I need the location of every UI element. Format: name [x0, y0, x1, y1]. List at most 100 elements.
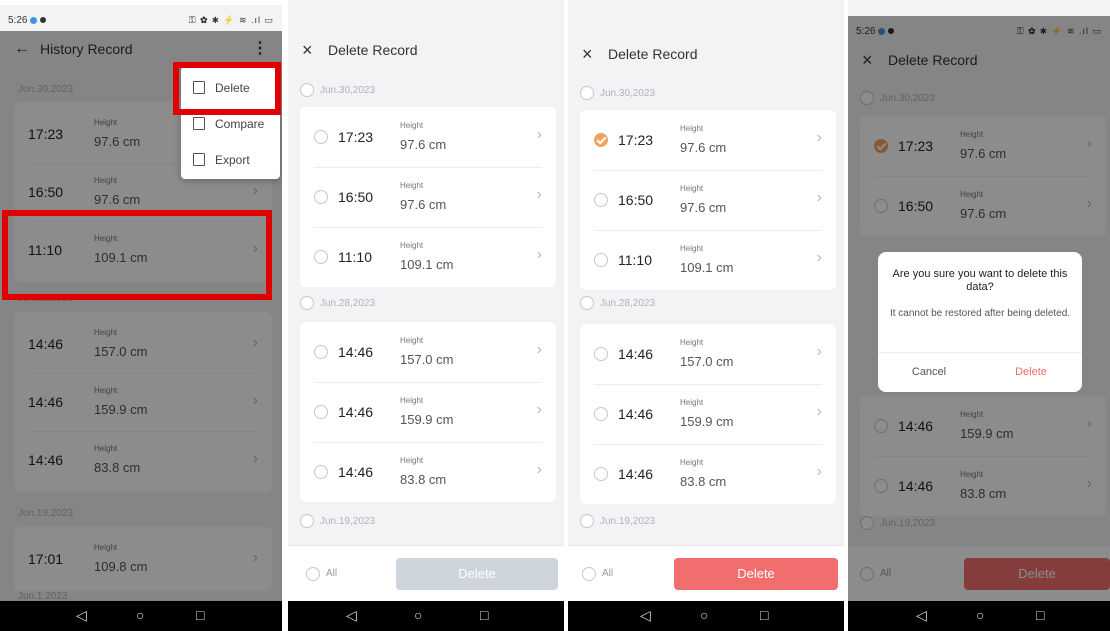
- height-value: 97.6 cm: [400, 137, 447, 152]
- record-time: 14:46: [618, 466, 654, 482]
- chevron-right-icon[interactable]: ›: [537, 341, 542, 359]
- chevron-right-icon[interactable]: ›: [817, 343, 822, 361]
- menu-item-label: Compare: [215, 117, 265, 131]
- chevron-right-icon[interactable]: ›: [817, 189, 822, 207]
- nav-home-icon[interactable]: ○: [700, 607, 708, 623]
- record-row[interactable]: 17:23 Height 97.6 cm ›: [580, 110, 836, 170]
- system-nav-bar: ◁ ○ □: [0, 601, 282, 631]
- group-select-radio[interactable]: [580, 86, 594, 100]
- select-all-radio[interactable]: [582, 567, 596, 581]
- record-time: 16:50: [338, 189, 374, 205]
- menu-item-export[interactable]: Export: [181, 143, 280, 179]
- record-time: 14:46: [338, 404, 374, 420]
- group-date: Jun.19,2023: [600, 516, 656, 527]
- record-row[interactable]: 16:50 Height 97.6 cm ›: [300, 167, 556, 227]
- notification-dot-icon: [40, 17, 47, 24]
- status-bar: 5:26 ⚿ ✿ ✱ ⚡ ≋ .ıl ▭: [0, 5, 282, 31]
- height-value: 157.0 cm: [400, 352, 454, 367]
- chevron-right-icon[interactable]: ›: [537, 186, 542, 204]
- nav-recent-icon[interactable]: □: [196, 607, 204, 623]
- dialog-title: Are you sure you want to delete this dat…: [892, 268, 1068, 293]
- nav-recent-icon[interactable]: □: [760, 607, 768, 623]
- height-value: 83.8 cm: [680, 474, 727, 489]
- history-record-screen: 5:26 ⚿ ✿ ✱ ⚡ ≋ .ıl ▭ ← History Record ⋮ …: [0, 5, 282, 631]
- notification-dot-icon: [30, 16, 38, 24]
- height-label: Height: [680, 338, 704, 347]
- close-icon[interactable]: ×: [302, 40, 313, 60]
- row-radio[interactable]: [594, 193, 608, 207]
- group-date: Jun.30,2023: [600, 88, 656, 99]
- action-footer: All Delete: [568, 545, 844, 601]
- row-radio[interactable]: [314, 345, 328, 359]
- nav-home-icon[interactable]: ○: [136, 607, 144, 623]
- height-value: 97.6 cm: [680, 140, 727, 155]
- height-label: Height: [400, 121, 424, 130]
- nav-recent-icon[interactable]: □: [1036, 607, 1044, 623]
- select-all-radio[interactable]: [306, 567, 320, 581]
- group-select-radio[interactable]: [580, 296, 594, 310]
- chevron-right-icon[interactable]: ›: [817, 249, 822, 267]
- row-radio[interactable]: [314, 250, 328, 264]
- row-radio[interactable]: [594, 253, 608, 267]
- group-date: Jun.28,2023: [320, 298, 376, 309]
- dialog-message: It cannot be restored after being delete…: [889, 308, 1071, 319]
- row-radio[interactable]: [314, 405, 328, 419]
- record-row[interactable]: 14:46 Height 83.8 cm ›: [580, 444, 836, 504]
- chevron-right-icon[interactable]: ›: [817, 129, 822, 147]
- group-select-radio[interactable]: [300, 296, 314, 310]
- delete-button[interactable]: Delete: [396, 558, 558, 590]
- nav-back-icon[interactable]: ◁: [640, 607, 651, 624]
- nav-back-icon[interactable]: ◁: [916, 607, 927, 624]
- chevron-right-icon[interactable]: ›: [537, 246, 542, 264]
- row-radio[interactable]: [594, 347, 608, 361]
- chevron-right-icon[interactable]: ›: [537, 401, 542, 419]
- chevron-right-icon[interactable]: ›: [537, 126, 542, 144]
- row-radio-checked[interactable]: [594, 133, 608, 147]
- record-time: 11:10: [618, 252, 652, 268]
- record-row[interactable]: 14:46 Height 83.8 cm ›: [300, 442, 556, 502]
- nav-home-icon[interactable]: ○: [976, 607, 984, 623]
- record-row[interactable]: 11:10 Height 109.1 cm ›: [580, 230, 836, 290]
- nav-home-icon[interactable]: ○: [414, 607, 422, 623]
- height-label: Height: [680, 184, 704, 193]
- height-label: Height: [680, 244, 704, 253]
- record-row[interactable]: 14:46 Height 159.9 cm ›: [580, 384, 836, 444]
- chevron-right-icon[interactable]: ›: [817, 463, 822, 481]
- chevron-right-icon[interactable]: ›: [537, 461, 542, 479]
- row-radio[interactable]: [594, 407, 608, 421]
- row-radio[interactable]: [594, 467, 608, 481]
- record-time: 11:10: [338, 249, 372, 265]
- record-row[interactable]: 14:46 Height 157.0 cm ›: [580, 324, 836, 384]
- row-radio[interactable]: [314, 465, 328, 479]
- nav-back-icon[interactable]: ◁: [346, 607, 357, 624]
- row-radio[interactable]: [314, 190, 328, 204]
- height-value: 109.1 cm: [400, 257, 454, 272]
- record-card: 14:46 Height 157.0 cm › 14:46 Height 159.9 cm ›…: [300, 322, 556, 502]
- cancel-button[interactable]: Cancel: [878, 352, 980, 392]
- group-select-radio[interactable]: [580, 514, 594, 528]
- chevron-right-icon[interactable]: ›: [817, 403, 822, 421]
- status-icons: ⚿ ✿ ✱ ⚡ ≋ .ıl ▭: [188, 15, 274, 25]
- record-row[interactable]: 17:23 Height 97.6 cm ›: [300, 107, 556, 167]
- nav-recent-icon[interactable]: □: [480, 607, 488, 623]
- nav-back-icon[interactable]: ◁: [76, 607, 87, 624]
- record-row[interactable]: 16:50 Height 97.6 cm ›: [580, 170, 836, 230]
- height-label: Height: [680, 398, 704, 407]
- compare-icon: [193, 117, 205, 130]
- record-time: 14:46: [338, 464, 374, 480]
- row-radio[interactable]: [314, 130, 328, 144]
- delete-button[interactable]: Delete: [674, 558, 838, 590]
- group-select-radio[interactable]: [300, 83, 314, 97]
- record-time: 14:46: [618, 346, 654, 362]
- close-icon[interactable]: ×: [582, 44, 593, 64]
- height-label: Height: [400, 181, 424, 190]
- height-value: 83.8 cm: [400, 472, 447, 487]
- group-select-radio[interactable]: [300, 514, 314, 528]
- system-nav-bar: ◁ ○ □: [568, 601, 844, 631]
- confirm-delete-button[interactable]: Delete: [980, 352, 1082, 392]
- height-label: Height: [680, 458, 704, 467]
- record-row[interactable]: 14:46 Height 157.0 cm ›: [300, 322, 556, 382]
- group-date: Jun.19,2023: [320, 516, 376, 527]
- record-row[interactable]: 14:46 Height 159.9 cm ›: [300, 382, 556, 442]
- record-row[interactable]: 11:10 Height 109.1 cm ›: [300, 227, 556, 287]
